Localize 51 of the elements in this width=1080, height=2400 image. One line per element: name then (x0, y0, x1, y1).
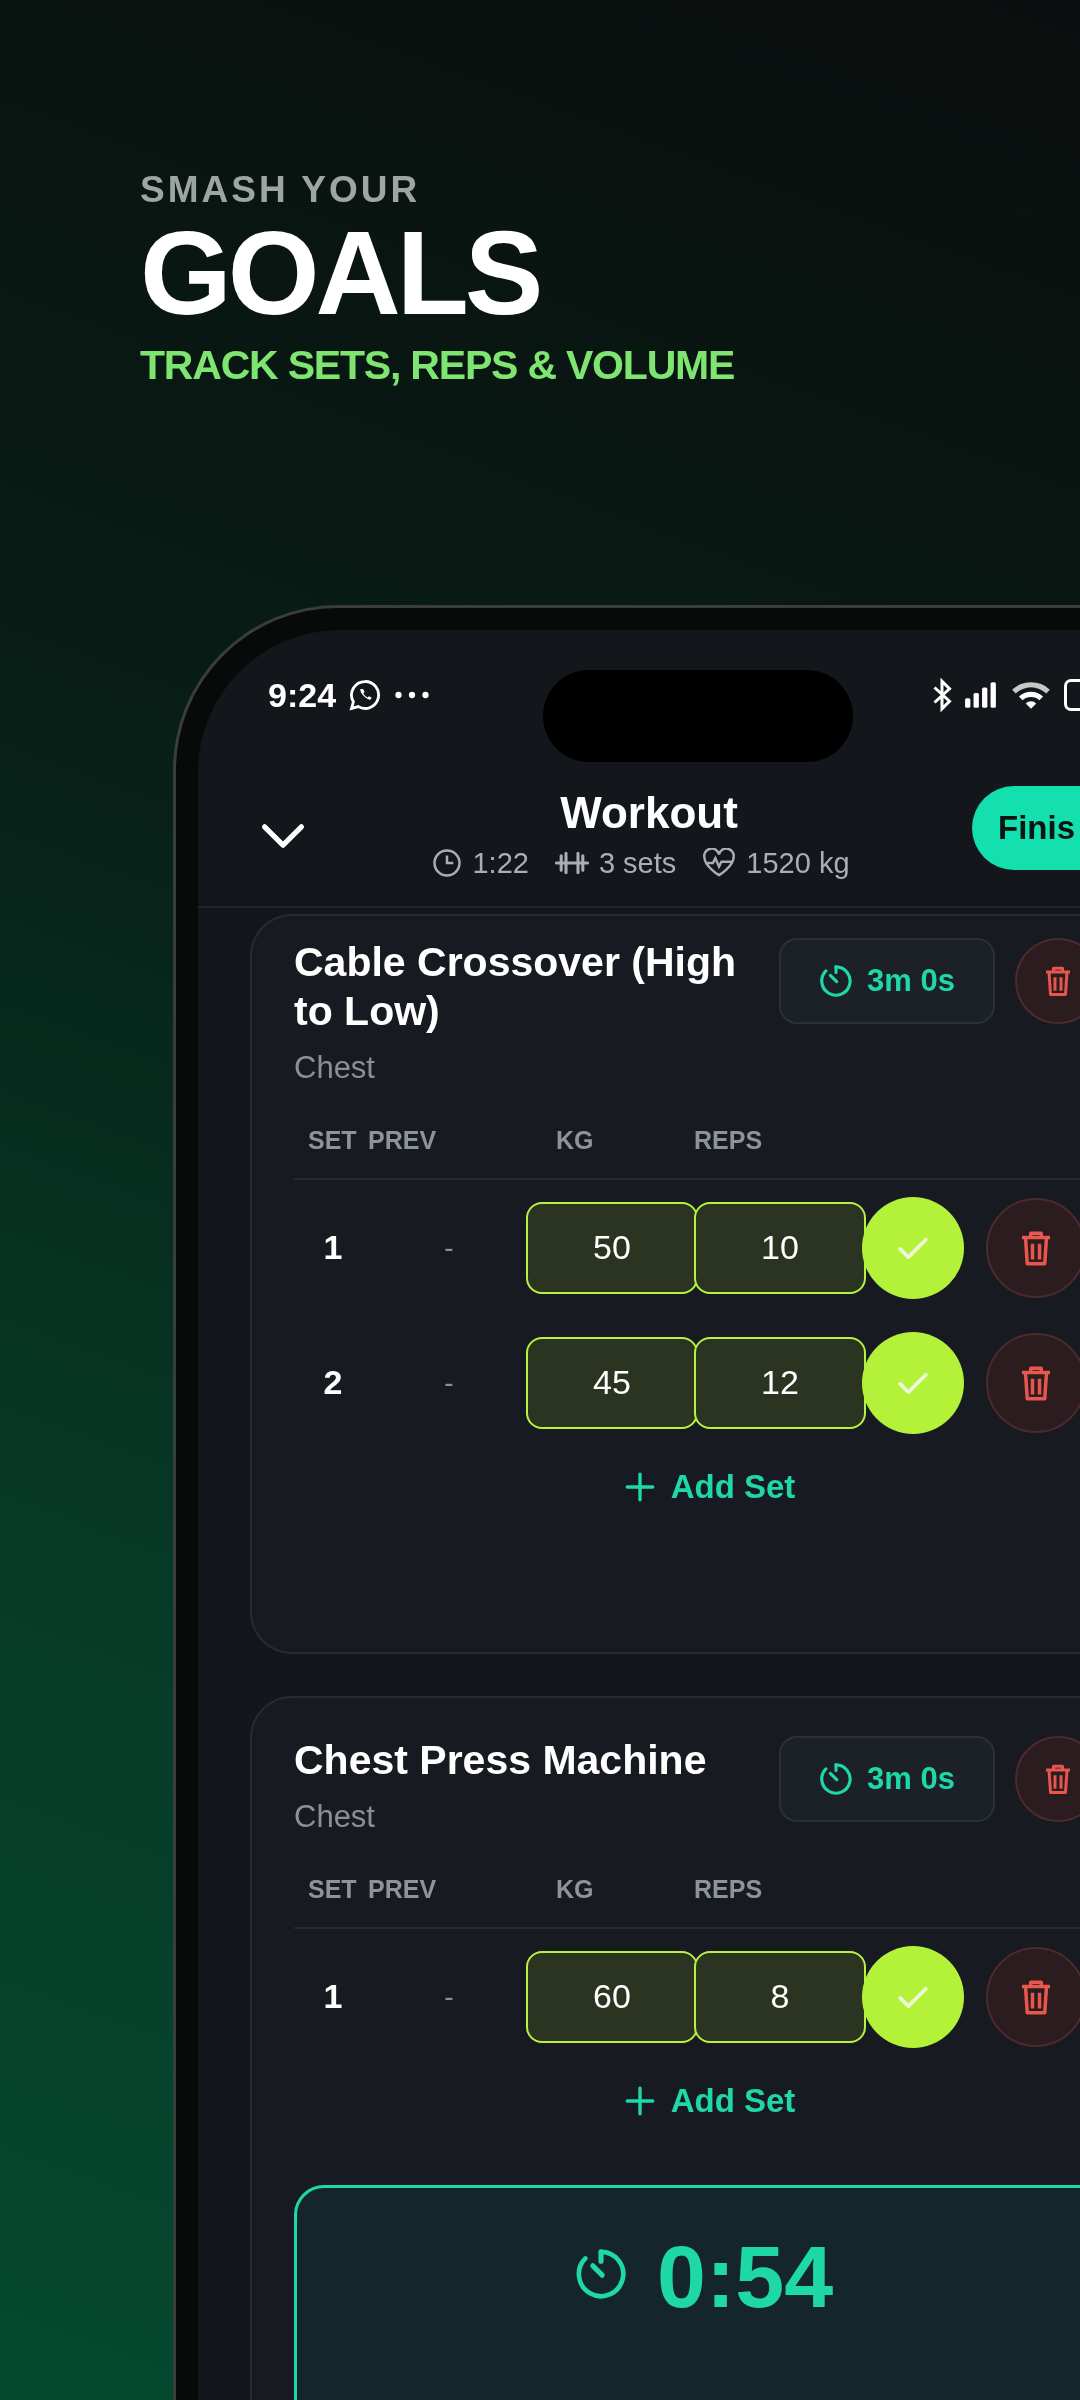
chevron-down-icon[interactable] (260, 822, 306, 850)
delete-button[interactable] (1015, 1736, 1080, 1822)
column-header: REPS (694, 1874, 764, 1904)
reps-field[interactable]: 8 (694, 1950, 866, 2043)
timer-icon (819, 964, 854, 998)
heart-pulse-icon (702, 848, 737, 878)
rest-timer-button[interactable]: 3m 0s (779, 938, 995, 1024)
finish-button[interactable]: Finis (972, 786, 1080, 870)
previous-value: - (443, 1231, 455, 1264)
delete-button[interactable] (1015, 938, 1080, 1024)
kg-field[interactable]: 50 (526, 1201, 698, 1294)
timer-icon (819, 1762, 854, 1796)
signal-icon (964, 681, 998, 709)
status-time: 9:24 (268, 675, 337, 715)
eyebrow-text: SMASH YOUR (140, 168, 422, 212)
column-header: KG (555, 1874, 595, 1904)
kg-field[interactable]: 45 (526, 1336, 698, 1429)
column-header: SET (307, 1874, 358, 1904)
tagline: TRACK SETS, REPS & VOLUME (140, 341, 736, 390)
dumbbell-icon (554, 851, 589, 875)
column-header: REPS (694, 1125, 764, 1155)
exercise-name: Cable Crossover (High to Low) (294, 938, 737, 1036)
column-header: SET (307, 1125, 358, 1155)
stat-text: 1:22 (472, 846, 529, 880)
bluetooth-icon (932, 678, 952, 712)
screen-title: Workout (560, 786, 738, 839)
stat-text: 1520 kg (746, 846, 850, 880)
reps-field[interactable]: 12 (694, 1336, 866, 1429)
add-set-button[interactable]: Add Set (602, 1458, 816, 1516)
kg-field[interactable]: 60 (526, 1950, 698, 2043)
headline: GOALS (140, 214, 541, 332)
clock-icon (432, 848, 463, 878)
column-header: KG (555, 1125, 595, 1155)
stat-text: 3 sets (598, 846, 677, 880)
set-number: 2 (322, 1363, 344, 1402)
set-number: 1 (322, 1977, 344, 2016)
more-icon (394, 690, 431, 700)
muscle-label: Chest (294, 1799, 376, 1835)
exercise-name: Chest Press Machine (294, 1736, 708, 1785)
column-header: PREV (368, 1125, 438, 1155)
set-number: 1 (322, 1228, 344, 1267)
add-set-button[interactable]: Add Set (602, 2072, 816, 2130)
chat-bubble-icon (348, 678, 383, 712)
timer-countdown: 0:54 (657, 2232, 834, 2322)
column-header: PREV (368, 1874, 438, 1904)
previous-value: - (443, 1366, 455, 1399)
rest-timer-button[interactable]: 3m 0s (779, 1736, 995, 1822)
muscle-label: Chest (294, 1050, 376, 1086)
wifi-icon (1010, 680, 1052, 710)
previous-value: - (443, 1980, 455, 2013)
reps-field[interactable]: 10 (694, 1201, 866, 1294)
